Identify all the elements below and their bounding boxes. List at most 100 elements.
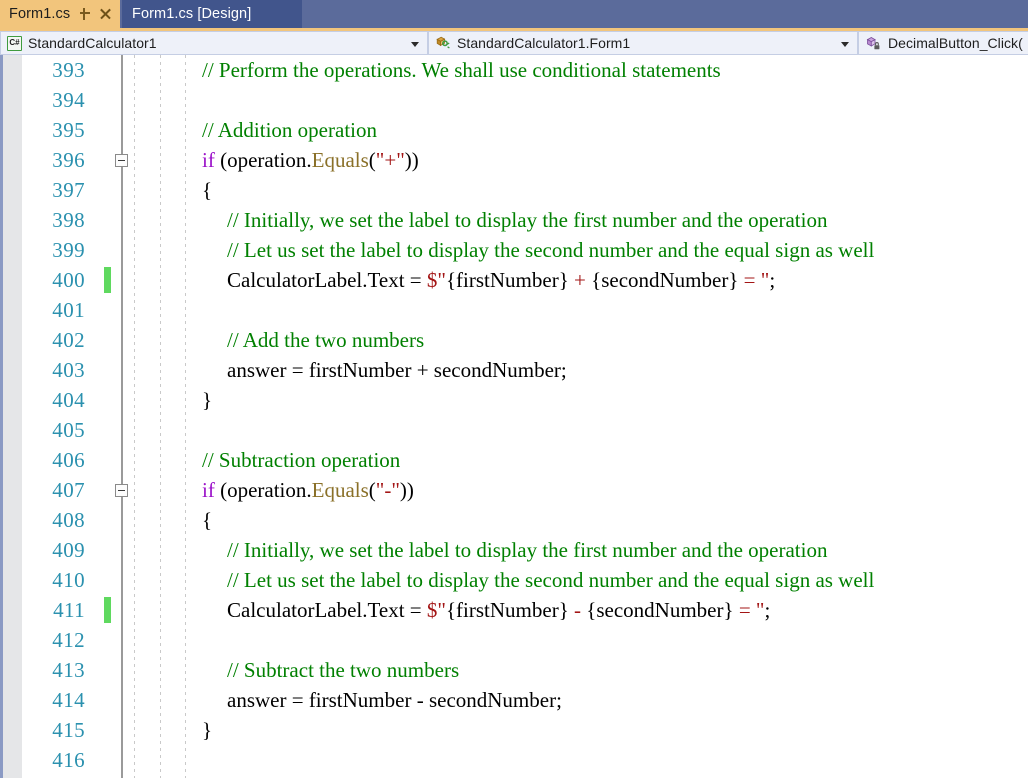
class-icon xyxy=(435,36,451,51)
token-plain: {firstNumber} xyxy=(445,268,569,292)
token-string: $" xyxy=(426,268,446,292)
line-number: 405 xyxy=(52,418,85,442)
code-text[interactable]: // Let us set the label to display the s… xyxy=(227,565,874,595)
token-comment: // Addition operation xyxy=(202,118,377,142)
code-text[interactable]: { xyxy=(202,505,212,535)
code-text[interactable]: } xyxy=(202,715,212,745)
token-comment: // Subtract the two numbers xyxy=(227,658,460,682)
code-line[interactable]: 399 // Let us set the label to display th… xyxy=(0,235,1028,265)
code-line[interactable]: 394 xyxy=(0,85,1028,115)
code-text[interactable]: if (operation.Equals("-")) xyxy=(202,475,414,505)
chevron-down-icon[interactable] xyxy=(841,42,849,47)
code-line[interactable]: 405 xyxy=(0,415,1028,445)
token-plain: ; xyxy=(764,598,771,622)
code-line[interactable]: 401 xyxy=(0,295,1028,325)
code-text[interactable]: // Initially, we set the label to displa… xyxy=(227,205,827,235)
code-line[interactable]: 411 CalculatorLabel.Text = $"{firstNumber… xyxy=(0,595,1028,625)
line-number: 396 xyxy=(52,148,85,172)
change-marker xyxy=(104,597,111,623)
code-line[interactable]: 414 answer = firstNumber - secondNumber; xyxy=(0,685,1028,715)
token-string: + xyxy=(568,268,592,292)
code-line[interactable]: 410 // Let us set the label to display th… xyxy=(0,565,1028,595)
code-text[interactable]: if (operation.Equals("+")) xyxy=(202,145,419,175)
code-text[interactable]: // Add the two numbers xyxy=(227,325,424,355)
line-number: 404 xyxy=(52,388,85,412)
token-comment: // Subtraction operation xyxy=(202,448,401,472)
line-number: 399 xyxy=(52,238,85,262)
code-line[interactable]: 406 // Subtraction operation xyxy=(0,445,1028,475)
code-line[interactable]: 415} xyxy=(0,715,1028,745)
code-line[interactable]: 402 // Add the two numbers xyxy=(0,325,1028,355)
code-text[interactable]: // Addition operation xyxy=(202,115,377,145)
collapse-region-toggle[interactable] xyxy=(115,484,128,497)
code-line[interactable]: 412 xyxy=(0,625,1028,655)
token-plain: ( xyxy=(368,478,376,502)
code-line[interactable]: 413 // Subtract the two numbers xyxy=(0,655,1028,685)
code-text[interactable]: CalculatorLabel.Text = $"{firstNumber} -… xyxy=(227,595,770,625)
code-line[interactable]: 398 // Initially, we set the label to dis… xyxy=(0,205,1028,235)
line-number: 401 xyxy=(52,298,85,322)
token-keyword: if xyxy=(202,148,215,172)
token-plain: (operation. xyxy=(214,148,312,172)
token-method: Equals xyxy=(311,148,369,172)
token-plain: {secondNumber} xyxy=(586,598,734,622)
code-text[interactable]: answer = firstNumber - secondNumber; xyxy=(227,685,562,715)
code-line[interactable]: 400 CalculatorLabel.Text = $"{firstNumber… xyxy=(0,265,1028,295)
code-text[interactable]: // Subtraction operation xyxy=(202,445,400,475)
code-line[interactable]: 416 xyxy=(0,745,1028,775)
close-icon[interactable] xyxy=(98,7,112,21)
chevron-down-icon[interactable] xyxy=(411,42,419,47)
tab-label: Form1.cs [Design] xyxy=(132,6,252,22)
tab-label: Form1.cs xyxy=(9,6,71,22)
line-number: 397 xyxy=(52,178,85,202)
token-plain: {firstNumber} xyxy=(445,598,569,622)
token-plain: CalculatorLabel.Text = xyxy=(227,268,427,292)
code-editor-surface[interactable]: 393 // Perform the operations. We shall u… xyxy=(0,55,1028,778)
code-line[interactable]: 396 if (operation.Equals("+")) xyxy=(0,145,1028,175)
token-string: = " xyxy=(733,598,765,622)
line-number: 403 xyxy=(52,358,85,382)
method-private-icon xyxy=(865,36,882,51)
code-line[interactable]: 397 { xyxy=(0,175,1028,205)
code-line[interactable]: 408 { xyxy=(0,505,1028,535)
code-line[interactable]: 393 // Perform the operations. We shall u… xyxy=(0,55,1028,85)
collapse-region-toggle[interactable] xyxy=(115,154,128,167)
token-method: Equals xyxy=(311,478,369,502)
token-string: - xyxy=(568,598,587,622)
pin-icon[interactable] xyxy=(78,7,92,21)
line-number: 410 xyxy=(52,568,85,592)
code-text[interactable]: // Subtract the two numbers xyxy=(227,655,459,685)
token-keyword: if xyxy=(202,478,215,502)
token-string: $" xyxy=(426,598,446,622)
token-plain: } xyxy=(202,718,213,742)
code-line[interactable]: 407 if (operation.Equals("-")) xyxy=(0,475,1028,505)
token-plain: } xyxy=(202,388,213,412)
code-line[interactable]: 395 // Addition operation xyxy=(0,115,1028,145)
code-text[interactable]: { xyxy=(202,175,212,205)
tab-form1-cs[interactable]: Form1.cs xyxy=(0,0,120,28)
code-text[interactable]: // Initially, we set the label to displa… xyxy=(227,535,827,565)
change-marker xyxy=(104,267,111,293)
class-dropdown[interactable]: StandardCalculator1.Form1 xyxy=(428,31,858,55)
csharp-file-icon: C# xyxy=(7,35,22,51)
code-text[interactable]: answer = firstNumber + secondNumber; xyxy=(227,355,567,385)
code-line-list: 393 // Perform the operations. We shall u… xyxy=(0,55,1028,775)
line-number: 402 xyxy=(52,328,85,352)
member-dropdown[interactable]: DecimalButton_Click( xyxy=(858,31,1028,55)
code-text[interactable]: } xyxy=(202,385,212,415)
token-plain: (operation. xyxy=(214,478,312,502)
token-comment: // Let us set the label to display the s… xyxy=(227,568,875,592)
tab-form1-cs-design[interactable]: Form1.cs [Design] xyxy=(122,0,302,28)
line-number: 406 xyxy=(52,448,85,472)
code-text[interactable]: // Perform the operations. We shall use … xyxy=(202,55,721,85)
code-line[interactable]: 403 answer = firstNumber + secondNumber; xyxy=(0,355,1028,385)
project-type-value: StandardCalculator1 xyxy=(28,35,157,51)
token-plain: { xyxy=(202,508,213,532)
line-number: 413 xyxy=(52,658,85,682)
editor-tab-strip: Form1.cs Form1.cs [Design] xyxy=(0,0,1028,28)
code-line[interactable]: 409 // Initially, we set the label to dis… xyxy=(0,535,1028,565)
code-line[interactable]: 404} xyxy=(0,385,1028,415)
project-type-dropdown[interactable]: C# StandardCalculator1 xyxy=(0,31,428,55)
code-text[interactable]: CalculatorLabel.Text = $"{firstNumber} +… xyxy=(227,265,775,295)
code-text[interactable]: // Let us set the label to display the s… xyxy=(227,235,874,265)
